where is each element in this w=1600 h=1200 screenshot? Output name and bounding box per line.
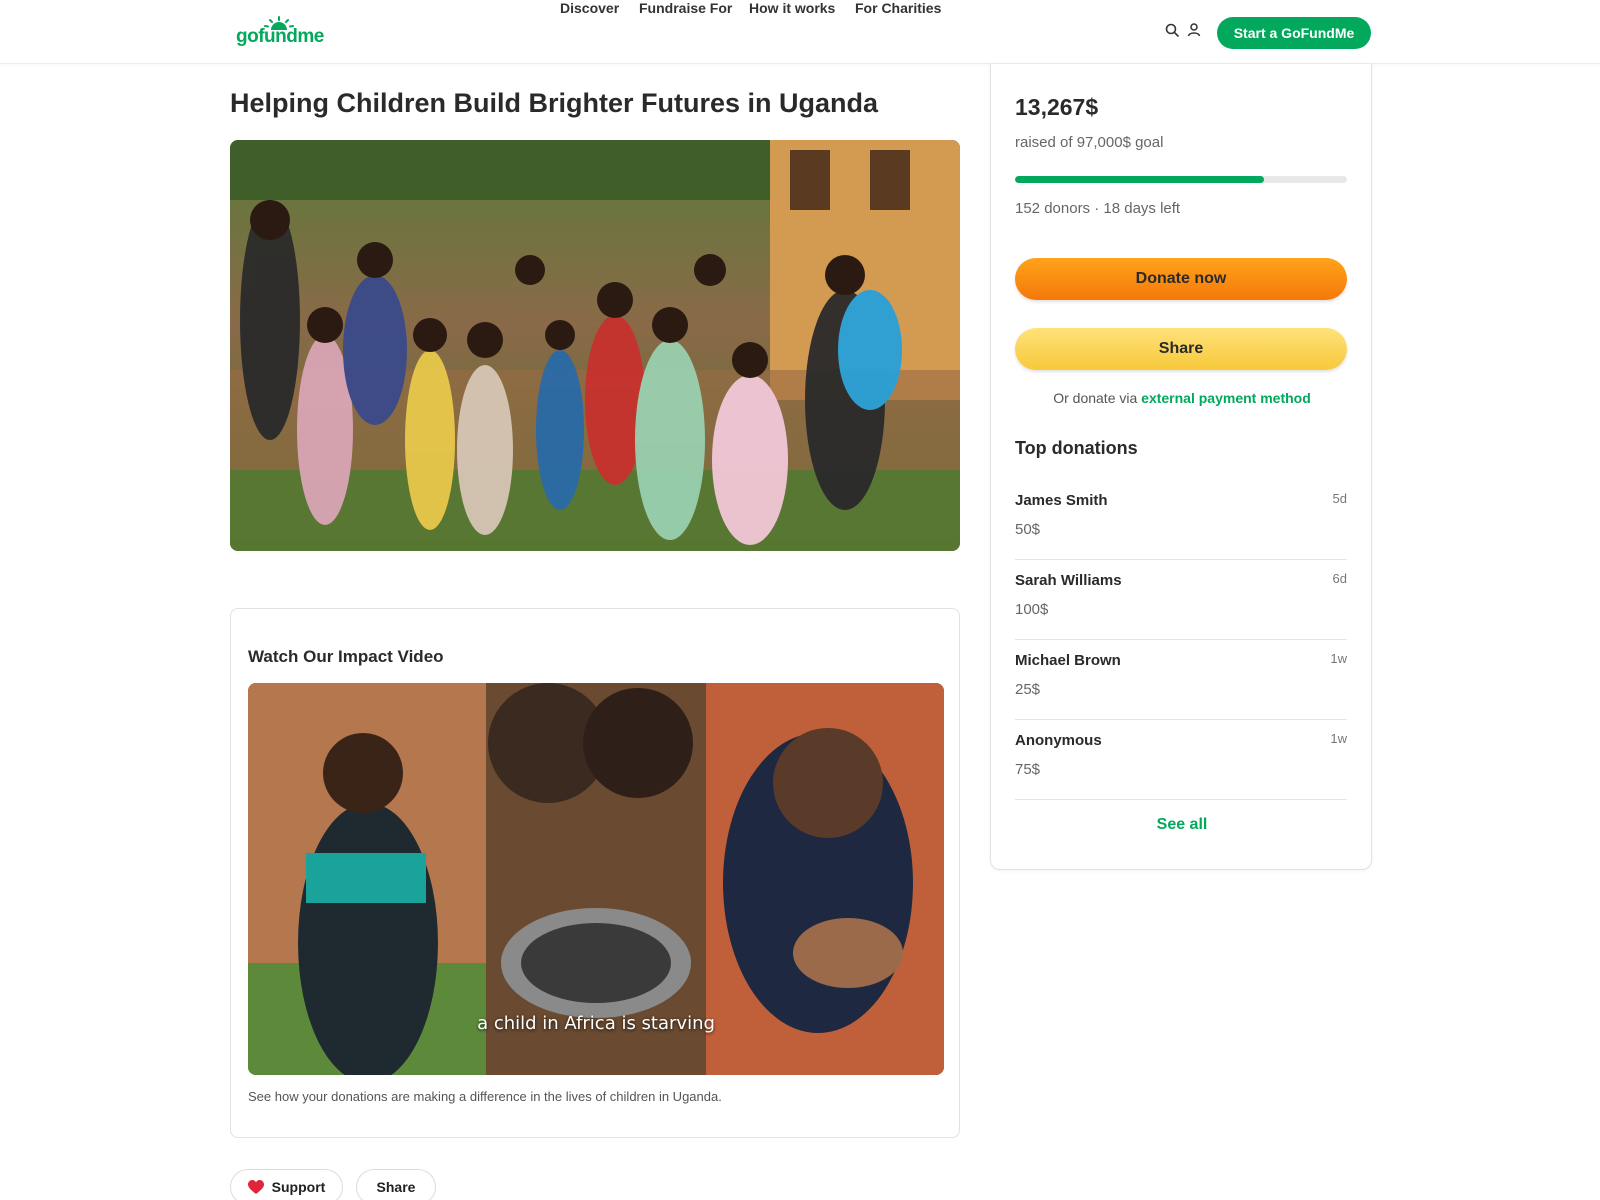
donation-item: James Smith 50$ 5d (1015, 480, 1347, 560)
video-caption: a child in Africa is starving (477, 1013, 715, 1034)
donation-time: 1w (1330, 651, 1347, 666)
donation-item: Anonymous 75$ 1w (1015, 720, 1347, 800)
donation-item: Michael Brown 25$ 1w (1015, 640, 1347, 720)
impact-video-card: Watch Our Impact Video a child in Africa… (230, 608, 960, 1138)
campaign-title: Helping Children Build Brighter Futures … (230, 88, 879, 118)
share-pill-label: Share (376, 1179, 416, 1195)
donor-name: Michael Brown (1015, 652, 1121, 669)
campaign-hero-image (230, 140, 960, 551)
donor-name: James Smith (1015, 492, 1108, 509)
amount-raised: 13,267$ (1015, 94, 1099, 120)
search-icon[interactable] (1164, 22, 1180, 38)
share-pill-button[interactable]: Share (356, 1169, 436, 1200)
external-payment-link[interactable]: external payment method (1141, 390, 1311, 406)
see-all-link[interactable]: See all (991, 816, 1373, 834)
share-button[interactable]: Share (1015, 328, 1347, 370)
heart-icon (247, 1179, 264, 1194)
video-description: See how your donations are making a diff… (248, 1089, 722, 1104)
nav-for-charities[interactable]: For Charities (855, 0, 941, 16)
video-heading: Watch Our Impact Video (248, 647, 444, 666)
donation-amount: 25$ (1015, 681, 1041, 698)
impact-video-player[interactable]: a child in Africa is starving (248, 683, 944, 1075)
alternative-payment-text: Or donate via external payment method (991, 390, 1373, 406)
gofundme-logo[interactable]: gofundme (236, 16, 326, 50)
nav-fundraise-for[interactable]: Fundraise For (639, 0, 732, 16)
progress-fill (1015, 176, 1264, 183)
donor-name: Sarah Williams (1015, 572, 1122, 589)
alt-payment-prefix: Or donate via (1053, 390, 1142, 406)
donation-item: Sarah Williams 100$ 6d (1015, 560, 1347, 640)
donation-amount: 100$ (1015, 601, 1049, 618)
hero-photo (230, 140, 960, 551)
nav-how-it-works[interactable]: How it works (749, 0, 835, 16)
donor-name: Anonymous (1015, 732, 1102, 749)
user-icon[interactable] (1186, 22, 1202, 38)
donation-time: 6d (1332, 571, 1347, 586)
donation-sidebar: 13,267$ raised of 97,000$ goal 152 donor… (990, 64, 1372, 870)
start-gofundme-button[interactable]: Start a GoFundMe (1217, 17, 1371, 49)
support-button[interactable]: Support (230, 1169, 343, 1200)
logo-wordmark: gofundme (236, 26, 324, 47)
progress-bar (1015, 176, 1347, 183)
support-label: Support (271, 1179, 326, 1195)
nav-discover[interactable]: Discover (560, 0, 619, 16)
donation-amount: 50$ (1015, 521, 1041, 538)
donate-now-button[interactable]: Donate now (1015, 258, 1347, 300)
donation-amount: 75$ (1015, 761, 1041, 778)
donation-time: 1w (1330, 731, 1347, 746)
top-donations-heading: Top donations (1015, 438, 1138, 458)
donor-stats: 152 donors · 18 days left (1015, 200, 1181, 217)
donation-time: 5d (1332, 491, 1347, 506)
top-navbar: gofundme Discover Fundraise For How it w… (0, 0, 1600, 64)
goal-text: raised of 97,000$ goal (1015, 134, 1164, 151)
